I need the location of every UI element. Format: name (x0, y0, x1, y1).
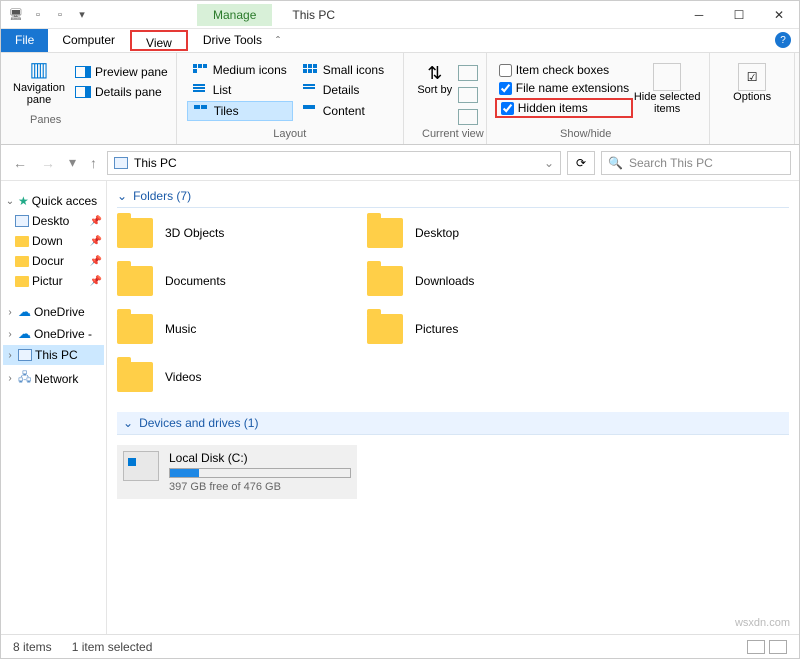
options-button[interactable]: ☑ Options (718, 57, 786, 103)
layout-tiles[interactable]: Tiles (187, 101, 293, 121)
tree-quick-access[interactable]: ⌄★Quick acces (3, 191, 104, 211)
size-columns-button[interactable] (458, 109, 478, 125)
group-label-panes: Panes (30, 112, 61, 128)
drive-icon (123, 451, 159, 481)
navigation-tree[interactable]: ⌄★Quick acces Deskto📌 Down📌 Docur📌 Pictu… (1, 181, 107, 634)
folder-desktop[interactable]: Desktop (367, 218, 607, 248)
status-selected: 1 item selected (72, 640, 153, 654)
tree-network[interactable]: ›🖧Network (3, 365, 104, 392)
search-input[interactable]: 🔍 Search This PC (601, 151, 791, 175)
view-large-button[interactable] (769, 640, 787, 654)
details-pane-button[interactable]: Details pane (75, 85, 168, 99)
refresh-button[interactable]: ⟳ (567, 151, 595, 175)
add-columns-button[interactable] (458, 87, 478, 103)
tree-this-pc[interactable]: ›This PC (3, 345, 104, 365)
tree-documents[interactable]: Docur📌 (3, 251, 104, 271)
tab-file[interactable]: File (1, 29, 48, 52)
pc-icon (114, 157, 128, 169)
tree-onedrive2[interactable]: ›☁OneDrive - (3, 323, 104, 345)
breadcrumb[interactable]: This PC (134, 156, 177, 170)
help-icon[interactable]: ? (775, 32, 791, 48)
checkbox-hidden-items[interactable]: Hidden items (495, 98, 633, 118)
checkbox-item-check-boxes[interactable]: Item check boxes (499, 63, 629, 77)
folder-downloads[interactable]: Downloads (367, 266, 607, 296)
minimize-button[interactable]: ─ (679, 1, 719, 28)
hide-selected-button[interactable]: Hide selected items (633, 57, 701, 142)
group-label-layout: Layout (185, 126, 395, 142)
contextual-tab-manage[interactable]: Manage (197, 4, 272, 26)
group-label-current-view: Current view (422, 126, 484, 142)
group-header-folders[interactable]: ⌄Folders (7) (117, 181, 789, 208)
qat-item[interactable]: ▫ (29, 6, 47, 24)
drive-usage-bar (169, 468, 351, 478)
group-label-show-hide: Show/hide (560, 126, 611, 142)
close-button[interactable]: ✕ (759, 1, 799, 28)
folder-pictures[interactable]: Pictures (367, 314, 607, 344)
group-by-button[interactable] (458, 65, 478, 81)
search-icon: 🔍 (608, 156, 623, 170)
folder-documents[interactable]: Documents (117, 266, 357, 296)
folder-music[interactable]: Music (117, 314, 357, 344)
maximize-button[interactable]: ☐ (719, 1, 759, 28)
layout-small-icons[interactable]: Small icons (297, 61, 393, 79)
drive-name: Local Disk (C:) (169, 451, 351, 465)
pc-icon: 🖥 (7, 6, 25, 24)
group-header-drives[interactable]: ⌄Devices and drives (1) (117, 412, 789, 435)
tree-downloads[interactable]: Down📌 (3, 231, 104, 251)
checkbox-file-extensions[interactable]: File name extensions (499, 81, 629, 95)
up-button[interactable]: ↑ (86, 153, 101, 173)
qat-item[interactable]: ▫ (51, 6, 69, 24)
preview-pane-button[interactable]: Preview pane (75, 65, 168, 79)
recent-dropdown[interactable]: ▾ (65, 152, 80, 173)
ribbon-collapse-icon[interactable]: ˆ (276, 34, 280, 48)
watermark: wsxdn.com (735, 617, 790, 629)
layout-content[interactable]: Content (297, 101, 393, 121)
folder-3d-objects[interactable]: 3D Objects (117, 218, 357, 248)
tree-pictures[interactable]: Pictur📌 (3, 271, 104, 291)
layout-list[interactable]: List (187, 81, 293, 99)
forward-button[interactable]: → (37, 153, 59, 173)
qat-dropdown[interactable]: ▾ (73, 6, 91, 24)
back-button[interactable]: ← (9, 153, 31, 173)
drive-local-c[interactable]: Local Disk (C:) 397 GB free of 476 GB (117, 445, 357, 499)
tab-view[interactable]: View (130, 30, 188, 51)
drive-free-text: 397 GB free of 476 GB (169, 481, 351, 493)
tab-drive-tools[interactable]: Drive Tools (189, 29, 276, 52)
layout-medium-icons[interactable]: Medium icons (187, 61, 293, 79)
tab-computer[interactable]: Computer (48, 29, 129, 52)
view-details-button[interactable] (747, 640, 765, 654)
tree-desktop[interactable]: Deskto📌 (3, 211, 104, 231)
address-dropdown-icon[interactable]: ⌄ (544, 156, 554, 170)
window-title: This PC (292, 8, 335, 22)
status-item-count: 8 items (13, 640, 52, 654)
layout-details[interactable]: Details (297, 81, 393, 99)
folder-videos[interactable]: Videos (117, 362, 357, 392)
address-bar[interactable]: This PC ⌄ (107, 151, 561, 175)
navigation-pane-button[interactable]: ▥ Navigation pane (9, 57, 69, 142)
tree-onedrive[interactable]: ›☁OneDrive (3, 301, 104, 323)
